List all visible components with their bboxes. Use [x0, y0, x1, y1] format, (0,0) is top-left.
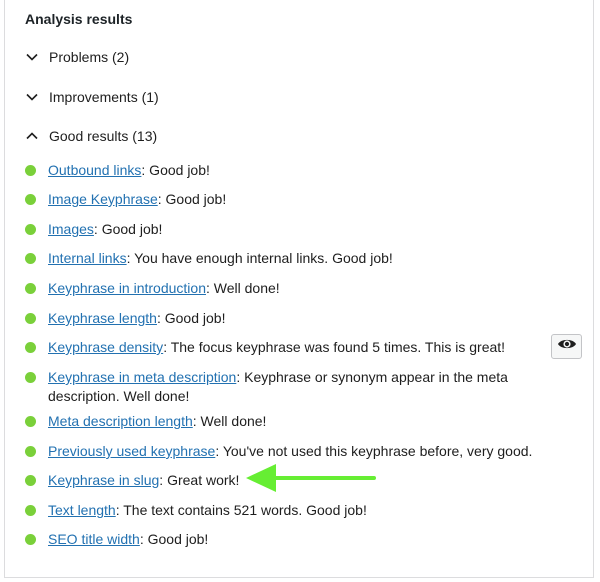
good-result-dot-icon	[25, 446, 36, 457]
internal-links-link[interactable]: Internal links	[48, 250, 127, 266]
result-item-keyphrase-in-introduction: Keyphrase in introduction: Well done!	[25, 279, 570, 298]
result-message: : The text contains 521 words. Good job!	[115, 502, 367, 518]
chevron-down-icon	[25, 50, 39, 64]
result-item-keyphrase-length: Keyphrase length: Good job!	[25, 309, 570, 328]
result-message: : Great work!	[159, 472, 240, 488]
analysis-results-heading: Analysis results	[25, 11, 133, 27]
good-result-dot-icon	[25, 372, 36, 383]
keyphrase-in-introduction-link[interactable]: Keyphrase in introduction	[48, 280, 206, 296]
keyphrase-in-slug-link[interactable]: Keyphrase in slug	[48, 472, 159, 488]
keyphrase-length-link[interactable]: Keyphrase length	[48, 310, 157, 326]
annotation-arrow-icon	[246, 464, 376, 492]
good-result-dot-icon	[25, 505, 36, 516]
result-item-keyphrase-in-meta-description: Keyphrase in meta description: Keyphrase…	[25, 368, 570, 406]
result-message: : Good job!	[141, 162, 210, 178]
good-result-dot-icon	[25, 165, 36, 176]
result-item-images: Images: Good job!	[25, 220, 570, 239]
chevron-down-icon	[25, 90, 39, 104]
result-item-meta-description-length: Meta description length: Well done!	[25, 412, 570, 431]
improvements-label: Improvements (1)	[49, 89, 159, 105]
image-keyphrase-link[interactable]: Image Keyphrase	[48, 191, 158, 207]
result-message: : The focus keyphrase was found 5 times.…	[163, 339, 506, 355]
text-length-link[interactable]: Text length	[48, 502, 116, 518]
result-item-image-keyphrase: Image Keyphrase: Good job!	[25, 190, 570, 209]
keyphrase-in-meta-description-link[interactable]: Keyphrase in meta description	[48, 369, 236, 385]
good-result-dot-icon	[25, 253, 36, 264]
good-result-dot-icon	[25, 283, 36, 294]
problems-label: Problems (2)	[49, 49, 130, 65]
result-item-previously-used-keyphrase: Previously used keyphrase: You've not us…	[25, 442, 570, 461]
result-message: : Well done!	[192, 413, 267, 429]
good-results-toggle[interactable]: Good results (13)	[25, 128, 157, 144]
result-message: : Good job!	[156, 310, 226, 326]
result-item-outbound-links: Outbound links: Good job!	[25, 161, 570, 180]
good-result-dot-icon	[25, 224, 36, 235]
good-result-dot-icon	[25, 342, 36, 353]
result-message: : Good job!	[157, 191, 227, 207]
eye-icon	[557, 337, 577, 356]
good-result-dot-icon	[25, 416, 36, 427]
meta-description-length-link[interactable]: Meta description length	[48, 413, 193, 429]
good-results-label: Good results (13)	[49, 128, 158, 144]
good-result-dot-icon	[25, 194, 36, 205]
good-result-dot-icon	[25, 313, 36, 324]
result-item-text-length: Text length: The text contains 521 words…	[25, 501, 570, 520]
good-result-dot-icon	[25, 534, 36, 545]
improvements-toggle[interactable]: Improvements (1)	[25, 89, 159, 105]
images-link[interactable]: Images	[48, 221, 94, 237]
keyphrase-density-link[interactable]: Keyphrase density	[48, 339, 163, 355]
result-message: : Good job!	[139, 531, 209, 547]
outbound-links-link[interactable]: Outbound links	[48, 162, 141, 178]
result-message: : You've not used this keyphrase before,…	[215, 443, 533, 459]
result-item-seo-title-width: SEO title width: Good job!	[25, 530, 570, 549]
result-item-keyphrase-density: Keyphrase density: The focus keyphrase w…	[25, 338, 525, 357]
result-message: : Good job!	[93, 221, 163, 237]
result-item-internal-links: Internal links: You have enough internal…	[25, 249, 570, 268]
previously-used-keyphrase-link[interactable]: Previously used keyphrase	[48, 443, 215, 459]
seo-title-width-link[interactable]: SEO title width	[48, 531, 140, 547]
problems-toggle[interactable]: Problems (2)	[25, 49, 129, 65]
result-message: : Well done!	[206, 280, 280, 296]
result-message: : You have enough internal links. Good j…	[126, 250, 393, 266]
good-result-dot-icon	[25, 475, 36, 486]
keyphrase-highlight-toggle-button[interactable]	[551, 334, 582, 359]
chevron-up-icon	[25, 129, 39, 143]
